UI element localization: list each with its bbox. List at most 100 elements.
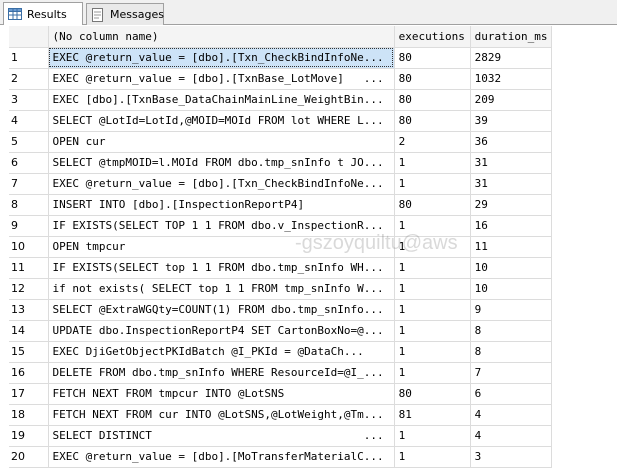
cell-executions[interactable]: 1 [394, 236, 471, 258]
tab-messages[interactable]: Messages [86, 3, 164, 25]
cell-executions[interactable]: 1 [394, 446, 471, 468]
table-row[interactable]: 10 OPEN tmpcur 1 11 [9, 236, 552, 258]
cell-executions[interactable]: 81 [394, 404, 471, 426]
cell-executions[interactable]: 80 [394, 194, 471, 216]
table-row[interactable]: 7 EXEC @return_value = [dbo].[Txn_CheckBi… [9, 173, 552, 195]
cell-duration[interactable]: 3 [470, 446, 552, 468]
column-header-executions[interactable]: executions [394, 26, 471, 48]
cell-query[interactable]: EXEC @return_value = [dbo].[TxnBase_LotM… [48, 68, 395, 90]
cell-executions[interactable]: 1 [394, 341, 471, 363]
cell-query[interactable]: SELECT DISTINCT... [48, 425, 395, 447]
row-number[interactable]: 8 [9, 194, 49, 216]
cell-duration[interactable]: 10 [470, 278, 552, 300]
row-number[interactable]: 20 [9, 446, 49, 468]
row-number[interactable]: 5 [9, 131, 49, 153]
table-row[interactable]: 8 INSERT INTO [dbo].[InspectionReportP4] 8… [9, 194, 552, 216]
table-row[interactable]: 12 if not exists( SELECT top 1 1 FROM tmp… [9, 278, 552, 300]
table-row[interactable]: 4 SELECT @LotId=LotId,@MOID=MOId FROM lot… [9, 110, 552, 132]
cell-query[interactable]: SELECT @ExtraWGQty=COUNT(1) FROM dbo.tmp… [48, 299, 395, 321]
cell-query[interactable]: IF EXISTS(SELECT top 1 1 FROM dbo.tmp_sn… [48, 257, 395, 279]
table-row[interactable]: 13 SELECT @ExtraWGQty=COUNT(1) FROM dbo.t… [9, 299, 552, 321]
cell-query[interactable]: OPEN cur [48, 131, 395, 153]
cell-duration[interactable]: 11 [470, 236, 552, 258]
cell-query[interactable]: if not exists( SELECT top 1 1 FROM tmp_s… [48, 278, 395, 300]
row-number[interactable]: 18 [9, 404, 49, 426]
table-row[interactable]: 1 EXEC @return_value = [dbo].[Txn_CheckBi… [9, 47, 552, 69]
cell-executions[interactable]: 1 [394, 362, 471, 384]
cell-executions[interactable]: 80 [394, 68, 471, 90]
table-row[interactable]: 20 EXEC @return_value = [dbo].[MoTransfer… [9, 446, 552, 468]
row-number-header[interactable] [9, 26, 49, 48]
cell-query[interactable]: FETCH NEXT FROM tmpcur INTO @LotSNS [48, 383, 395, 405]
cell-query[interactable]: SELECT @tmpMOID=l.MOId FROM dbo.tmp_snIn… [48, 152, 395, 174]
table-row[interactable]: 2 EXEC @return_value = [dbo].[TxnBase_Lot… [9, 68, 552, 90]
cell-duration[interactable]: 209 [470, 89, 552, 111]
cell-query[interactable]: SELECT @LotId=LotId,@MOID=MOId FROM lot … [48, 110, 395, 132]
column-header-query[interactable]: (No column name) [48, 26, 395, 48]
table-row[interactable]: 17 FETCH NEXT FROM tmpcur INTO @LotSNS 80 6 [9, 383, 552, 405]
cell-duration[interactable]: 8 [470, 320, 552, 342]
row-number[interactable]: 9 [9, 215, 49, 237]
cell-query[interactable]: DELETE FROM dbo.tmp_snInfo WHERE Resourc… [48, 362, 395, 384]
row-number[interactable]: 13 [9, 299, 49, 321]
row-number[interactable]: 1 [9, 47, 49, 69]
cell-query[interactable]: OPEN tmpcur [48, 236, 395, 258]
cell-duration[interactable]: 31 [470, 152, 552, 174]
table-row[interactable]: 18 FETCH NEXT FROM cur INTO @LotSNS,@LotW… [9, 404, 552, 426]
row-number[interactable]: 15 [9, 341, 49, 363]
cell-duration[interactable]: 31 [470, 173, 552, 195]
cell-query[interactable]: EXEC @return_value = [dbo].[Txn_CheckBin… [48, 173, 395, 195]
table-row[interactable]: 19 SELECT DISTINCT... 1 4 [9, 425, 552, 447]
row-number[interactable]: 6 [9, 152, 49, 174]
table-row[interactable]: 5 OPEN cur 2 36 [9, 131, 552, 153]
cell-duration[interactable]: 8 [470, 341, 552, 363]
cell-query[interactable]: INSERT INTO [dbo].[InspectionReportP4] [48, 194, 395, 216]
table-row[interactable]: 3 EXEC [dbo].[TxnBase_DataChainMainLine_W… [9, 89, 552, 111]
row-number[interactable]: 4 [9, 110, 49, 132]
cell-duration[interactable]: 1032 [470, 68, 552, 90]
cell-executions[interactable]: 1 [394, 299, 471, 321]
cell-executions[interactable]: 80 [394, 47, 471, 69]
cell-query[interactable]: EXEC DjiGetObjectPKIdBatch @I_PKId = @Da… [48, 341, 395, 363]
cell-executions[interactable]: 2 [394, 131, 471, 153]
cell-executions[interactable]: 1 [394, 425, 471, 447]
column-header-duration[interactable]: duration_ms [470, 26, 552, 48]
cell-duration[interactable]: 2829 [470, 47, 552, 69]
cell-duration[interactable]: 9 [470, 299, 552, 321]
tab-results[interactable]: Results [3, 2, 83, 25]
table-row[interactable]: 6 SELECT @tmpMOID=l.MOId FROM dbo.tmp_snI… [9, 152, 552, 174]
cell-executions[interactable]: 1 [394, 257, 471, 279]
cell-query[interactable]: IF EXISTS(SELECT TOP 1 1 FROM dbo.v_Insp… [48, 215, 395, 237]
row-number[interactable]: 11 [9, 257, 49, 279]
row-number[interactable]: 17 [9, 383, 49, 405]
row-number[interactable]: 12 [9, 278, 49, 300]
table-row[interactable]: 16 DELETE FROM dbo.tmp_snInfo WHERE Resou… [9, 362, 552, 384]
table-row[interactable]: 15 EXEC DjiGetObjectPKIdBatch @I_PKId = @… [9, 341, 552, 363]
cell-duration[interactable]: 36 [470, 131, 552, 153]
cell-query[interactable]: FETCH NEXT FROM cur INTO @LotSNS,@LotWei… [48, 404, 395, 426]
cell-query[interactable]: EXEC [dbo].[TxnBase_DataChainMainLine_We… [48, 89, 395, 111]
table-row[interactable]: 11 IF EXISTS(SELECT top 1 1 FROM dbo.tmp_… [9, 257, 552, 279]
cell-executions[interactable]: 1 [394, 215, 471, 237]
cell-duration[interactable]: 4 [470, 404, 552, 426]
cell-executions[interactable]: 1 [394, 173, 471, 195]
cell-duration[interactable]: 16 [470, 215, 552, 237]
cell-executions[interactable]: 80 [394, 89, 471, 111]
cell-query[interactable]: EXEC @return_value = [dbo].[MoTransferMa… [48, 446, 395, 468]
cell-duration[interactable]: 10 [470, 257, 552, 279]
cell-query[interactable]: EXEC @return_value = [dbo].[Txn_CheckBin… [48, 47, 395, 69]
cell-query[interactable]: UPDATE dbo.InspectionReportP4 SET Carton… [48, 320, 395, 342]
cell-duration[interactable]: 29 [470, 194, 552, 216]
row-number[interactable]: 14 [9, 320, 49, 342]
cell-duration[interactable]: 7 [470, 362, 552, 384]
cell-duration[interactable]: 39 [470, 110, 552, 132]
row-number[interactable]: 16 [9, 362, 49, 384]
row-number[interactable]: 2 [9, 68, 49, 90]
row-number[interactable]: 19 [9, 425, 49, 447]
cell-executions[interactable]: 1 [394, 320, 471, 342]
row-number[interactable]: 3 [9, 89, 49, 111]
row-number[interactable]: 10 [9, 236, 49, 258]
table-row[interactable]: 14 UPDATE dbo.InspectionReportP4 SET Cart… [9, 320, 552, 342]
cell-executions[interactable]: 80 [394, 383, 471, 405]
table-row[interactable]: 9 IF EXISTS(SELECT TOP 1 1 FROM dbo.v_Ins… [9, 215, 552, 237]
